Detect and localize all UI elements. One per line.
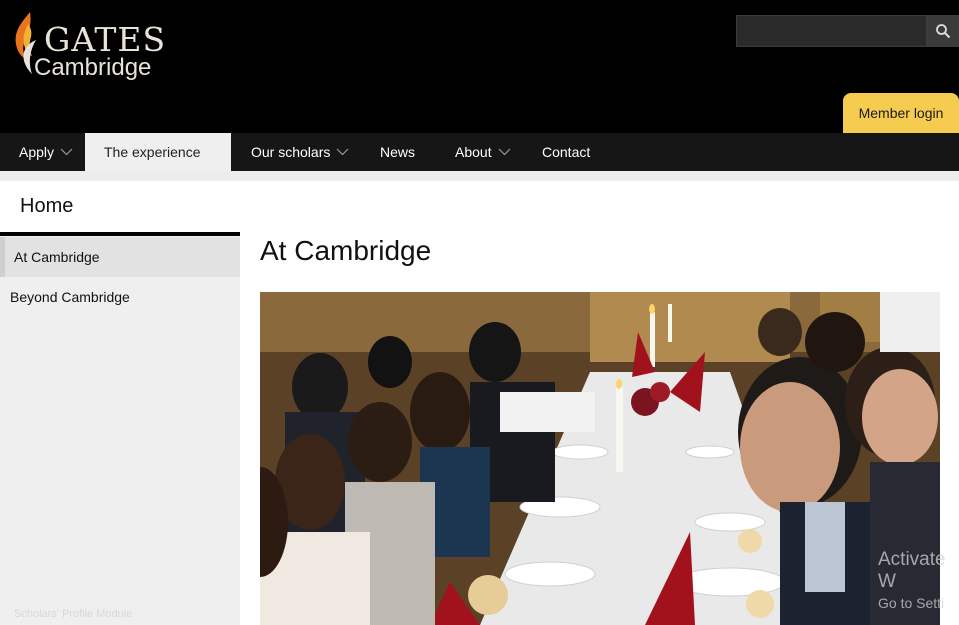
search-button[interactable] [927, 15, 959, 47]
sidebar-item-label: Beyond Cambridge [10, 289, 130, 305]
logo-wordmark-cambridge: Cambridge [34, 54, 152, 81]
sidebar-item-label: At Cambridge [14, 249, 100, 265]
nav-label: Apply [19, 144, 55, 160]
activation-watermark: Activate W Go to Setti [878, 549, 959, 611]
main-nav: Apply The experience Our scholars News A… [0, 133, 959, 171]
nav-item-our-scholars[interactable]: Our scholars [231, 133, 359, 171]
nav-item-contact[interactable]: Contact [521, 133, 611, 171]
search-icon [936, 24, 951, 39]
nav-label: Our scholars [251, 144, 331, 160]
nav-label: The experience [104, 144, 201, 160]
watermark-line1: Activate W [878, 549, 946, 592]
watermark-line2: Go to Setti [878, 595, 945, 611]
nav-label: News [380, 144, 416, 160]
nav-item-the-experience[interactable]: The experience [85, 133, 231, 171]
faint-footer-text: Scholars' Profile Module [14, 608, 133, 620]
member-login-label: Member login [858, 105, 944, 121]
nav-item-about[interactable]: About [435, 133, 521, 171]
nav-item-apply[interactable]: Apply [0, 133, 85, 171]
sidebar-title[interactable]: Home [20, 195, 73, 218]
nav-item-news[interactable]: News [359, 133, 435, 171]
sidebar-item-at-cambridge[interactable]: At Cambridge [0, 237, 240, 277]
sidebar-item-beyond-cambridge[interactable]: Beyond Cambridge [0, 277, 240, 317]
chevron-down-icon [60, 148, 73, 156]
sidebar: At Cambridge Beyond Cambridge [0, 236, 240, 625]
member-login-button[interactable]: Member login [843, 93, 959, 133]
gates-cambridge-logo[interactable]: GATES Cambridge [10, 6, 180, 86]
nav-label: About [455, 144, 492, 160]
chevron-down-icon [336, 148, 349, 156]
subnav-bar [0, 171, 959, 181]
page-title: At Cambridge [260, 235, 432, 266]
site-header: GATES Cambridge Member login [0, 0, 959, 133]
formal-dinner-photo [260, 292, 940, 625]
search-input[interactable] [736, 15, 927, 47]
chevron-down-icon [498, 148, 511, 156]
nav-label: Contact [542, 144, 591, 160]
